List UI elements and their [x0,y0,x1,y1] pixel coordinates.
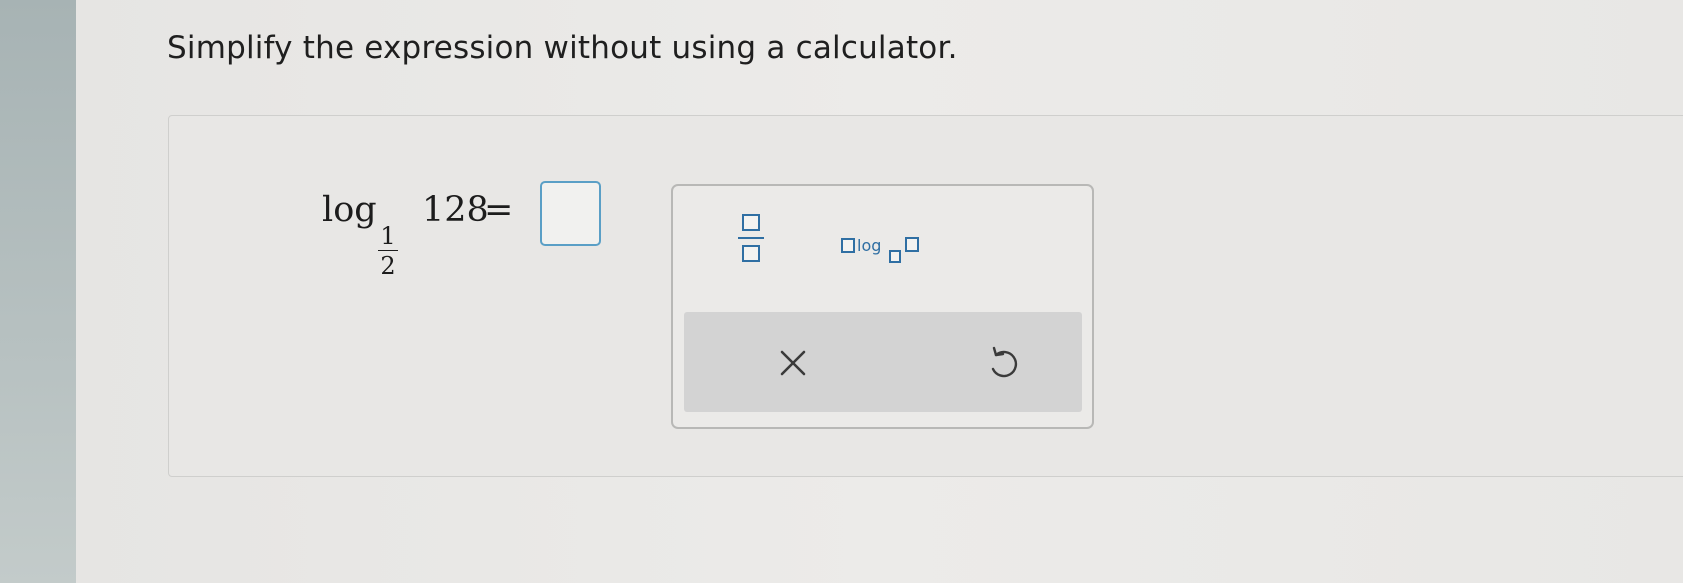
undo-button[interactable] [979,340,1025,386]
left-edge-panel [0,0,76,583]
equals-sign: = [484,190,514,230]
log-tool-button[interactable]: log [841,234,931,264]
base-denominator: 2 [380,252,396,280]
coefficient-box-icon [841,238,855,253]
log-argument: 128 [422,190,489,230]
fraction-tool-button[interactable] [736,214,766,268]
clear-button[interactable] [770,340,816,386]
fraction-bar [378,250,398,251]
log-base-fraction: 1 2 [378,223,398,279]
log-argument-box-icon [905,237,919,252]
fraction-denominator-box-icon [742,245,760,262]
fraction-line-icon [738,237,764,239]
palette-action-bar [684,312,1082,412]
fraction-numerator-box-icon [742,214,760,231]
undo-icon [991,346,1018,378]
log-function: log [322,190,377,230]
answer-input[interactable] [540,181,601,246]
math-palette: log [671,184,1094,429]
base-numerator: 1 [380,222,396,250]
log-tool-label: log [857,236,882,255]
close-icon [780,350,806,376]
question-prompt: Simplify the expression without using a … [167,30,958,66]
log-base-box-icon [889,250,901,263]
